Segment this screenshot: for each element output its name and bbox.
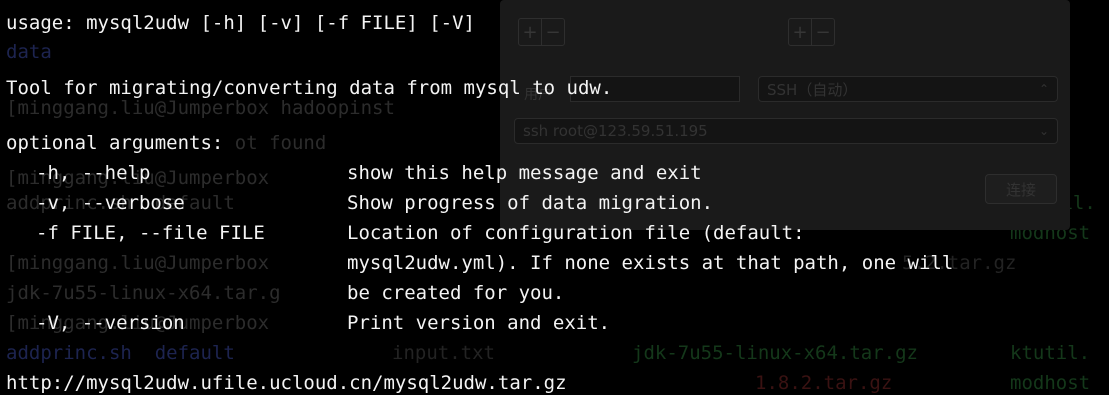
download-url[interactable]: http://mysql2udw.ufile.ucloud.cn/mysql2u… xyxy=(6,371,567,395)
option-flag: -h, --help xyxy=(36,162,151,184)
option-description: show this help message and exit xyxy=(347,162,702,184)
description-line: Tool for migrating/converting data from … xyxy=(6,77,613,99)
option-flag: -f FILE, --file FILE xyxy=(36,222,265,244)
option-description-cont: be created for you. xyxy=(347,282,565,304)
option-description: Show progress of data migration. xyxy=(347,192,714,214)
usage-line: usage: mysql2udw [-h] [-v] [-f FILE] [-V… xyxy=(6,12,475,34)
terminal-output: usage: mysql2udw [-h] [-v] [-f FILE] [-V… xyxy=(0,0,1109,394)
option-description: Location of configuration file (default: xyxy=(347,222,805,244)
option-description: Print version and exit. xyxy=(347,312,611,334)
option-description-cont: mysql2udw.yml). If none exists at that p… xyxy=(347,252,954,274)
option-flag: -V, --version xyxy=(36,312,185,334)
option-flag: -v, --verbose xyxy=(36,192,185,214)
section-header: optional arguments: xyxy=(6,132,224,154)
